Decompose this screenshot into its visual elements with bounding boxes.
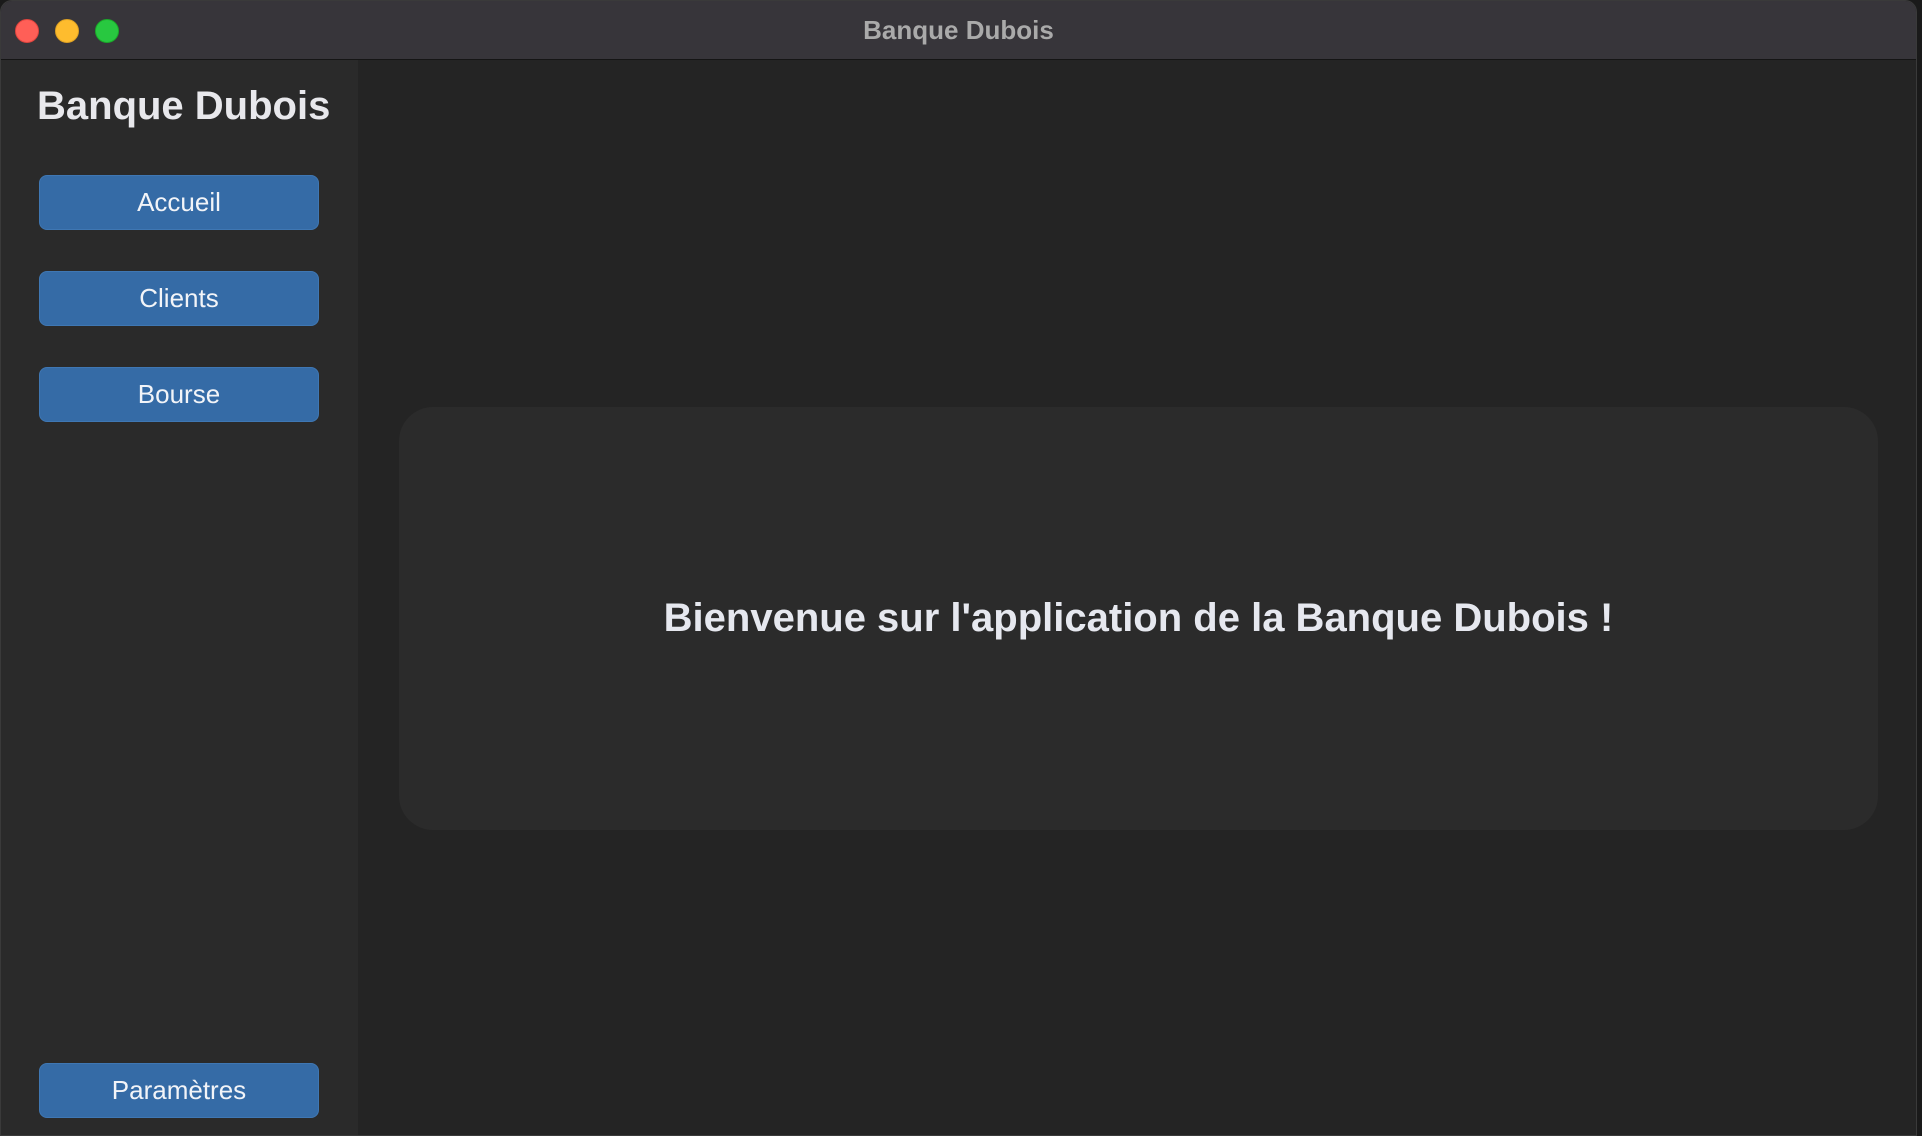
accueil-button[interactable]: Accueil: [39, 175, 319, 230]
parametres-button[interactable]: Paramètres: [39, 1063, 319, 1118]
welcome-message: Bienvenue sur l'application de la Banque…: [663, 596, 1614, 640]
title-bar[interactable]: Banque Dubois: [1, 1, 1916, 60]
welcome-card: Bienvenue sur l'application de la Banque…: [399, 407, 1878, 830]
sidebar-app-title: Banque Dubois: [37, 84, 331, 128]
clients-button[interactable]: Clients: [39, 271, 319, 326]
app-window: Banque Dubois Banque Dubois Accueil Clie…: [0, 0, 1917, 1136]
bourse-button[interactable]: Bourse: [39, 367, 319, 422]
window-title: Banque Dubois: [863, 15, 1054, 45]
sidebar: Banque Dubois Accueil Clients Bourse Par…: [1, 60, 358, 1135]
main-content: Bienvenue sur l'application de la Banque…: [358, 60, 1916, 1135]
